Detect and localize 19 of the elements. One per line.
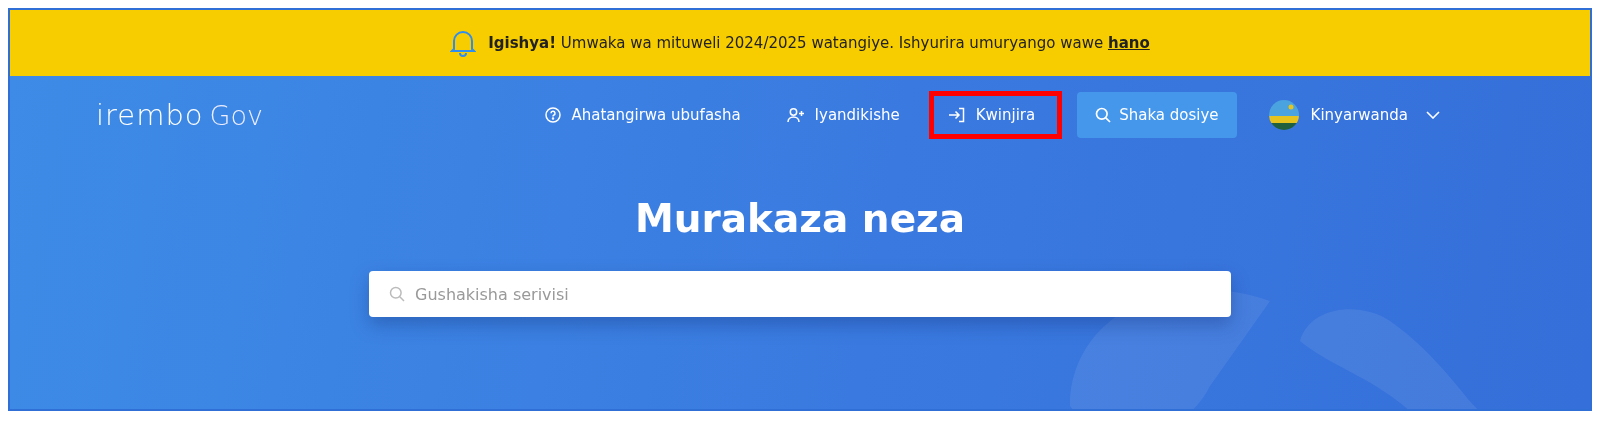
sign-in-icon: [947, 107, 966, 123]
search-icon: [389, 286, 405, 302]
language-selector[interactable]: Kinyarwanda: [1254, 88, 1454, 142]
announcement-text: Igishya! Umwaka wa mituweli 2024/2025 watangiye. Ishyurira umuryango wawe hano: [488, 34, 1150, 52]
logo-suffix: Gov: [209, 100, 263, 131]
chevron-down-icon: [1426, 111, 1440, 119]
add-user-icon: [786, 107, 805, 123]
welcome-title: Murakaza neza: [633, 196, 967, 241]
login-link[interactable]: Kwinjira: [931, 94, 1060, 136]
help-icon: [545, 107, 562, 123]
register-link[interactable]: Iyandikishe: [772, 94, 914, 136]
search-file-button[interactable]: Shaka dosiye: [1077, 92, 1237, 138]
logo-text[interactable]: irembo: [96, 98, 204, 132]
help-link[interactable]: Ahatangirwa ubufasha: [531, 94, 755, 136]
flag-icon: [1268, 100, 1299, 130]
search-icon: [1095, 107, 1112, 123]
bell-icon: [450, 29, 477, 57]
service-search-field[interactable]: Gushakisha serivisi: [369, 271, 1231, 317]
here-link[interactable]: hano: [1107, 34, 1150, 52]
